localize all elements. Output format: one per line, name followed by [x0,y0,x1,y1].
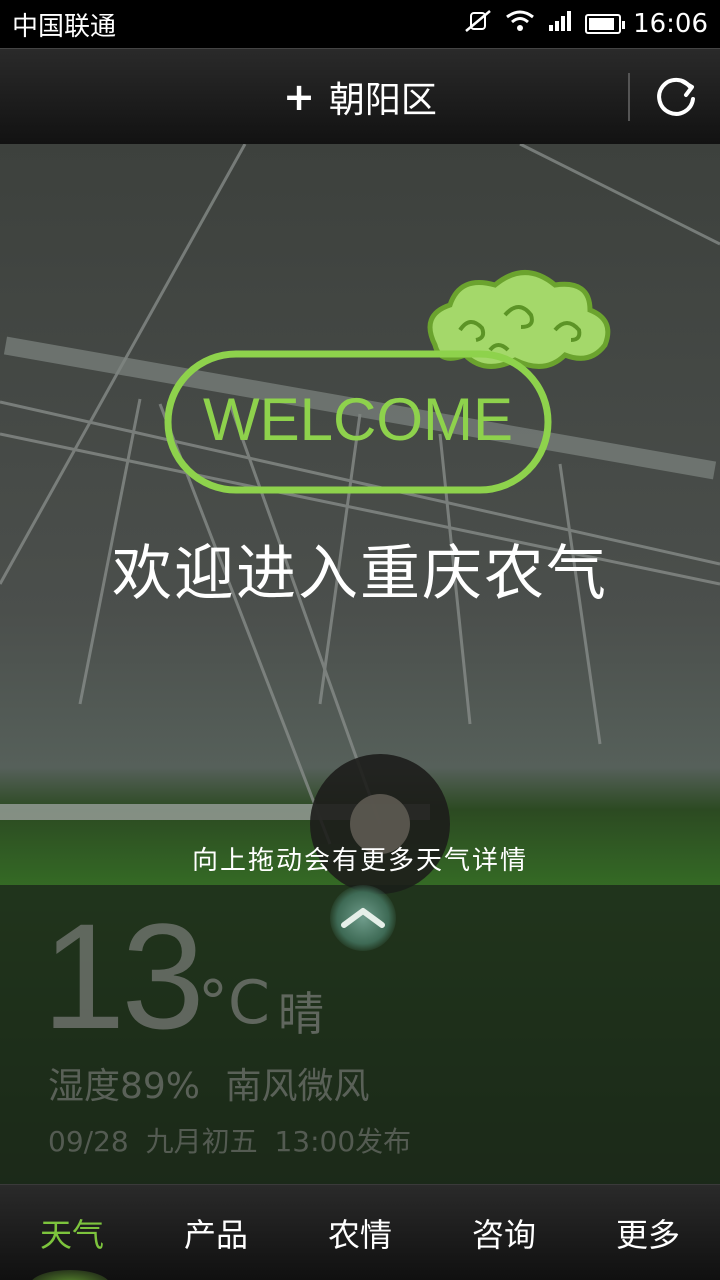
publish-info: 09/28 九月初五 13:00发布 [48,1125,412,1158]
tab-label: 更多 [615,1215,680,1254]
add-location-button[interactable]: + 朝阳区 [283,71,437,123]
signal-icon [547,9,573,39]
status-bar: 中国联通 16:06 [0,0,720,48]
chevron-up-icon [341,908,385,928]
refresh-button[interactable] [652,73,700,121]
location-label: 朝阳区 [328,79,437,121]
battery-level [589,18,615,30]
tab-label: 产品 [183,1215,248,1254]
header-divider [628,73,630,121]
tab-products[interactable]: 产品 [144,1185,288,1280]
refresh-icon [657,77,695,116]
welcome-badge: WELCOME [164,270,611,494]
welcome-badge-text: WELCOME [203,386,513,453]
clock: 16:06 [633,9,708,39]
tab-label: 农情 [327,1215,392,1254]
status-icons: 16:06 [463,8,708,40]
tab-label: 天气 [39,1215,104,1254]
drag-hint: 向上拖动会有更多天气详情 [191,846,528,876]
wifi-icon [505,9,535,39]
humidity-wind: 湿度89% 南风微风 [48,1066,370,1107]
temperature-unit: °C [198,968,270,1038]
mute-icon [463,8,493,40]
active-tab-indicator [30,1270,110,1280]
app-header: + 朝阳区 [0,48,720,144]
tab-consult[interactable]: 咨询 [432,1185,576,1280]
weather-condition: 晴 [278,987,324,1041]
screen: 中国联通 16:06 + 朝阳区 WELCOME 欢迎进入重庆农气 向上拖动会有… [0,0,720,1280]
plus-icon: + [283,74,315,119]
tab-more[interactable]: 更多 [576,1185,720,1280]
drag-up-button[interactable] [330,885,396,951]
tab-weather[interactable]: 天气 [0,1185,144,1280]
welcome-title: 欢迎进入重庆农气 [112,539,608,609]
temperature-value: 13 [42,892,205,1060]
tab-farm-conditions[interactable]: 农情 [288,1185,432,1280]
battery-icon [585,14,626,34]
bottom-nav: 天气 产品 农情 咨询 更多 [0,1184,720,1280]
tab-label: 咨询 [471,1215,536,1254]
carrier-label: 中国联通 [12,11,117,42]
